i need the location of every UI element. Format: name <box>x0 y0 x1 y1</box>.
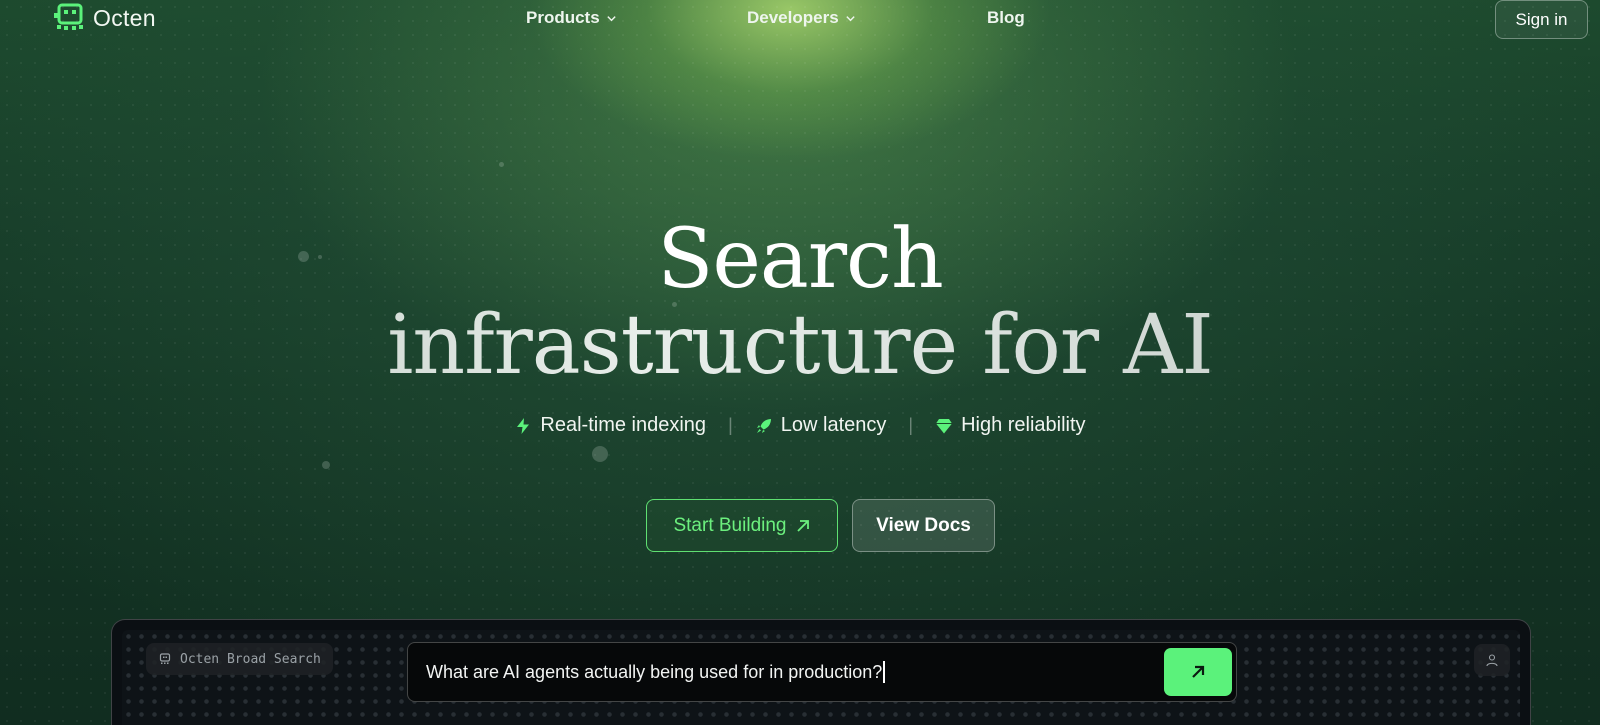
user-icon <box>1486 654 1498 667</box>
nav-item-label: Products <box>526 8 600 27</box>
logo-text: Octen <box>93 4 156 31</box>
feature-separator: | <box>728 415 733 435</box>
decorative-particle <box>499 162 504 167</box>
search-mode-chip[interactable]: Octen Broad Search <box>146 643 333 675</box>
feature-list: Real-time indexing | Low latency | High … <box>0 414 1600 437</box>
robot-icon <box>159 653 171 664</box>
hero-title-line2: infrastructure for AI <box>0 298 1600 393</box>
feature-item: Real-time indexing <box>514 414 706 437</box>
rocket-icon <box>756 418 771 433</box>
sign-in-button[interactable]: Sign in <box>1495 0 1588 39</box>
feature-label: Real-time indexing <box>540 414 707 436</box>
decorative-particle <box>592 446 608 462</box>
lightning-icon <box>517 417 530 434</box>
arrow-up-right-icon <box>796 519 809 532</box>
hero-title-line1: Search <box>657 212 944 307</box>
feature-item: High reliability <box>935 414 1086 437</box>
nav-item-label: Developers <box>747 8 839 27</box>
demo-grid-background: Octen Broad Search What are AI agents ac… <box>122 630 1520 725</box>
logo[interactable]: Octen <box>53 3 156 33</box>
search-mode-label: Octen Broad Search <box>180 651 321 667</box>
top-nav: Octen Products Developers Blog Sign in <box>0 0 1600 40</box>
feature-label: High reliability <box>961 414 1086 436</box>
gem-icon <box>936 418 953 433</box>
nav-item-products[interactable]: Products <box>526 8 617 28</box>
view-docs-button[interactable]: View Docs <box>852 499 995 552</box>
text-caret <box>883 661 886 683</box>
octen-logo-icon <box>54 3 83 30</box>
nav-item-blog[interactable]: Blog <box>987 8 1025 28</box>
feature-item: Low latency <box>755 414 887 437</box>
chevron-down-icon <box>845 15 855 21</box>
arrow-up-right-icon <box>1192 665 1205 678</box>
start-building-label: Start Building <box>673 514 787 536</box>
search-query: What are AI agents actually being used f… <box>426 662 883 682</box>
nav-item-label: Blog <box>987 8 1025 27</box>
nav-item-developers[interactable]: Developers <box>747 8 856 28</box>
search-demo-panel: Octen Broad Search What are AI agents ac… <box>111 619 1531 725</box>
user-button[interactable] <box>1474 644 1510 676</box>
feature-separator: | <box>908 415 914 435</box>
feature-label: Low latency <box>780 414 887 436</box>
decorative-particle <box>322 461 330 469</box>
search-submit-button[interactable] <box>1164 648 1232 696</box>
search-input[interactable]: What are AI agents actually being used f… <box>407 642 1237 702</box>
start-building-button[interactable]: Start Building <box>646 499 838 552</box>
chevron-down-icon <box>607 15 616 21</box>
